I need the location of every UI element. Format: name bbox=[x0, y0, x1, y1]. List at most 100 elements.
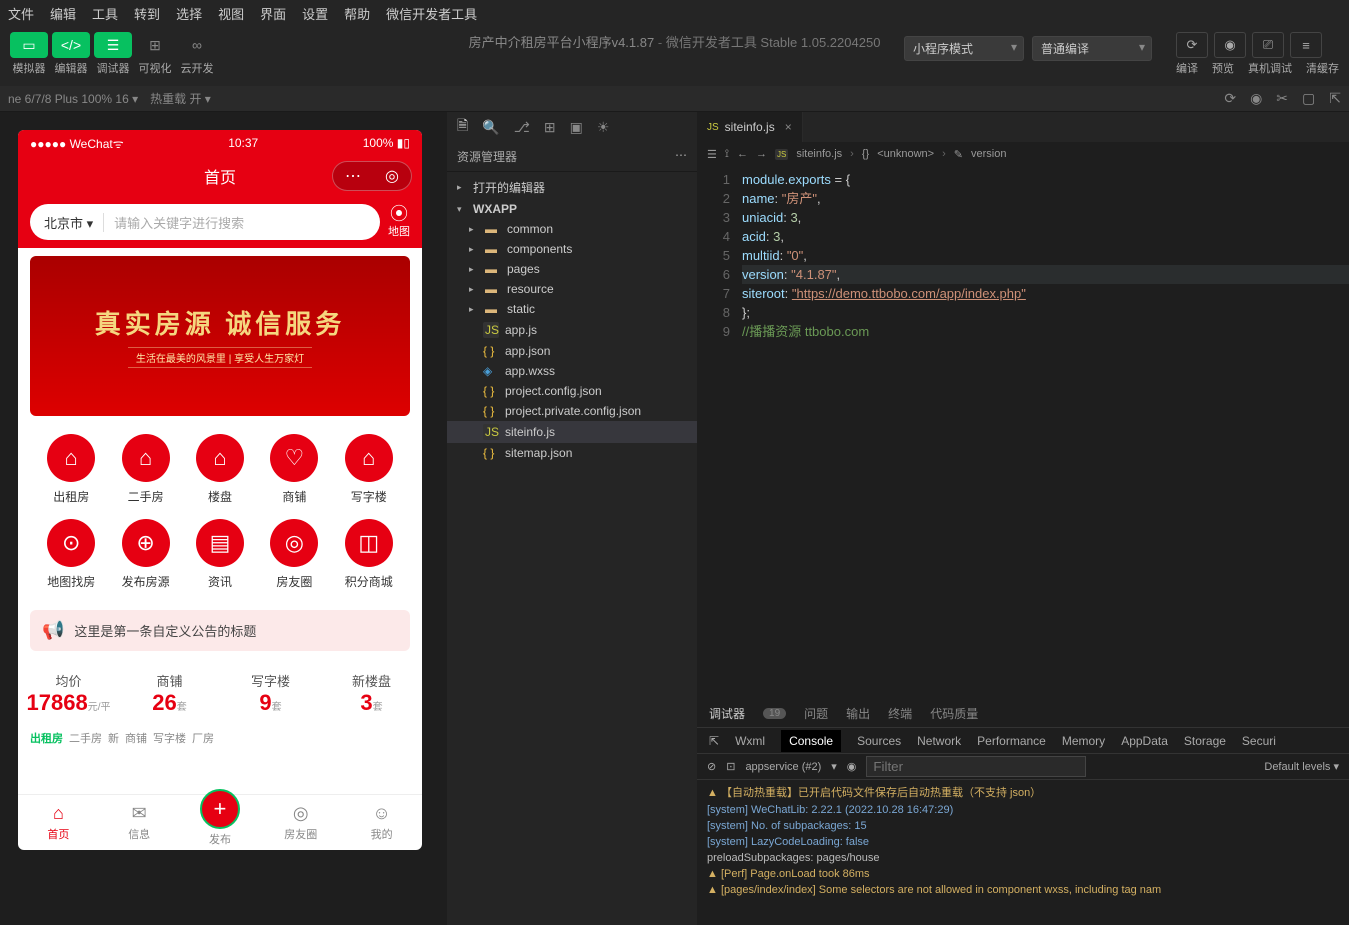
editor-breadcrumb[interactable]: ☰ ⟟ ← → JS siteinfo.js› {}<unknown>› ✎ve… bbox=[697, 142, 1349, 166]
tab-output[interactable]: 输出 bbox=[846, 705, 870, 722]
menu-select[interactable]: 选择 bbox=[176, 4, 202, 23]
editor-tab[interactable]: JS siteinfo.js × bbox=[697, 112, 803, 142]
tab-publish[interactable]: +发布 bbox=[180, 795, 261, 850]
api-icon[interactable]: ▣ bbox=[570, 119, 583, 136]
inspect-icon[interactable]: ⇱ bbox=[709, 734, 719, 748]
bug-icon[interactable]: ☀ bbox=[597, 119, 610, 136]
ext-icon[interactable]: ⊞ bbox=[544, 119, 556, 136]
compile-button[interactable]: ⟳ bbox=[1176, 32, 1208, 58]
grid-item[interactable]: ⌂写字楼 bbox=[332, 434, 406, 505]
tree-section-root[interactable]: ▾WXAPP bbox=[447, 199, 697, 219]
refresh-icon[interactable]: ⟳ bbox=[1224, 90, 1236, 107]
bookmark-icon[interactable]: ⟟ bbox=[725, 148, 729, 161]
clear-icon[interactable]: ⊘ bbox=[707, 760, 716, 773]
tree-folder[interactable]: ▸▬components bbox=[447, 239, 697, 259]
compile-dropdown[interactable]: 普通编译 bbox=[1032, 36, 1152, 61]
tree-file[interactable]: { }sitemap.json bbox=[447, 443, 697, 463]
menu-help[interactable]: 帮助 bbox=[344, 4, 370, 23]
cat-tab[interactable]: 新 bbox=[108, 730, 119, 746]
tree-folder[interactable]: ▸▬common bbox=[447, 219, 697, 239]
tab-mine[interactable]: ☺我的 bbox=[341, 795, 422, 850]
toggle-simulator[interactable]: ▭模拟器 bbox=[10, 32, 48, 76]
tree-file[interactable]: ◈app.wxss bbox=[447, 361, 697, 381]
cat-tab[interactable]: 写字楼 bbox=[153, 730, 186, 746]
grid-item[interactable]: ⊕发布房源 bbox=[108, 519, 182, 590]
top-icon[interactable]: ⊡ bbox=[726, 760, 735, 773]
grid-item[interactable]: ⌂出租房 bbox=[34, 434, 108, 505]
menu-file[interactable]: 文件 bbox=[8, 4, 34, 23]
grid-item[interactable]: ◫积分商城 bbox=[332, 519, 406, 590]
banner[interactable]: 真实房源 诚信服务 生活在最美的风景里 | 享受人生万家灯 bbox=[30, 256, 410, 416]
grid-item[interactable]: ▤资讯 bbox=[183, 519, 257, 590]
eye-icon[interactable]: ◉ bbox=[847, 760, 857, 773]
files-icon[interactable]: 🗎 bbox=[457, 115, 468, 139]
tree-file-active[interactable]: JSsiteinfo.js bbox=[447, 421, 697, 443]
preview-button[interactable]: ◉ bbox=[1214, 32, 1246, 58]
close-icon[interactable]: × bbox=[785, 120, 792, 134]
console-filter[interactable] bbox=[866, 756, 1086, 777]
tree-file[interactable]: { }app.json bbox=[447, 341, 697, 361]
stat-item[interactable]: 商铺26套 bbox=[119, 671, 220, 716]
record-icon[interactable]: ◉ bbox=[1250, 90, 1262, 107]
toggle-debugger[interactable]: ☰调试器 bbox=[94, 32, 132, 76]
tab-message[interactable]: ✉信息 bbox=[99, 795, 180, 850]
grid-item[interactable]: ⊙地图找房 bbox=[34, 519, 108, 590]
popout-icon[interactable]: ⇱ bbox=[1329, 90, 1341, 107]
tree-file[interactable]: { }project.config.json bbox=[447, 381, 697, 401]
hot-reload-toggle[interactable]: 热重载 开 ▾ bbox=[150, 90, 211, 107]
cat-tab[interactable]: 商铺 bbox=[125, 730, 147, 746]
tree-folder[interactable]: ▸▬resource bbox=[447, 279, 697, 299]
levels-dropdown[interactable]: Default levels ▾ bbox=[1264, 760, 1339, 773]
toggle-cloud[interactable]: ∞云开发 bbox=[178, 32, 216, 76]
devtab-wxml[interactable]: Wxml bbox=[735, 734, 765, 748]
devtab-memory[interactable]: Memory bbox=[1062, 734, 1105, 748]
mode-dropdown[interactable]: 小程序模式 bbox=[904, 36, 1024, 61]
console-output[interactable]: 【自动热重载】已开启代码文件保存后自动热重载（不支持 json） [system… bbox=[697, 780, 1349, 925]
clear-cache-button[interactable]: ≡ bbox=[1290, 32, 1322, 58]
menu-goto[interactable]: 转到 bbox=[134, 4, 160, 23]
search-icon[interactable]: 🔍 bbox=[482, 119, 499, 136]
map-button[interactable]: ⦿ 地图 bbox=[388, 205, 410, 239]
toggle-editor[interactable]: </>编辑器 bbox=[52, 32, 90, 76]
tab-circle[interactable]: ◎房友圈 bbox=[260, 795, 341, 850]
devtab-network[interactable]: Network bbox=[917, 734, 961, 748]
tab-problems[interactable]: 问题 bbox=[804, 705, 828, 722]
cat-tab[interactable]: 二手房 bbox=[69, 730, 102, 746]
tab-debugger[interactable]: 调试器 bbox=[709, 705, 745, 722]
stat-item[interactable]: 均价17868元/平 bbox=[18, 671, 119, 716]
tree-folder[interactable]: ▸▬pages bbox=[447, 259, 697, 279]
devtab-storage[interactable]: Storage bbox=[1184, 734, 1226, 748]
tree-file[interactable]: { }project.private.config.json bbox=[447, 401, 697, 421]
city-selector[interactable]: 北京市 ▾ bbox=[44, 213, 104, 232]
devtab-sources[interactable]: Sources bbox=[857, 734, 901, 748]
tab-quality[interactable]: 代码质量 bbox=[930, 705, 978, 722]
menu-view[interactable]: 视图 bbox=[218, 4, 244, 23]
grid-item[interactable]: ◎房友圈 bbox=[257, 519, 331, 590]
screenshot-icon[interactable]: ▢ bbox=[1302, 90, 1315, 107]
stat-item[interactable]: 写字楼9套 bbox=[220, 671, 321, 716]
cat-tab[interactable]: 厂房 bbox=[192, 730, 214, 746]
toggle-visual[interactable]: ⊞可视化 bbox=[136, 32, 174, 76]
devtab-security[interactable]: Securi bbox=[1242, 734, 1276, 748]
tab-terminal[interactable]: 终端 bbox=[888, 705, 912, 722]
grid-item[interactable]: ⌂楼盘 bbox=[183, 434, 257, 505]
context-selector[interactable]: appservice (#2) bbox=[745, 761, 821, 773]
search-pill[interactable]: 北京市 ▾ 请输入关键字进行搜索 bbox=[30, 204, 380, 240]
grid-item[interactable]: ♡商铺 bbox=[257, 434, 331, 505]
search-input[interactable]: 请输入关键字进行搜索 bbox=[114, 213, 244, 232]
notice-bar[interactable]: 📢 这里是第一条自定义公告的标题 bbox=[30, 610, 410, 651]
stat-item[interactable]: 新楼盘3套 bbox=[321, 671, 422, 716]
menu-settings[interactable]: 设置 bbox=[302, 4, 328, 23]
remote-debug-button[interactable]: ⎚ bbox=[1252, 32, 1284, 58]
device-selector[interactable]: ne 6/7/8 Plus 100% 16 ▾ bbox=[8, 92, 138, 106]
cut-icon[interactable]: ✂ bbox=[1276, 90, 1288, 107]
menu-tools[interactable]: 工具 bbox=[92, 4, 118, 23]
back-icon[interactable]: ← bbox=[737, 148, 748, 160]
list-icon[interactable]: ☰ bbox=[707, 148, 717, 161]
menu-wechat-devtools[interactable]: 微信开发者工具 bbox=[386, 4, 477, 23]
cat-tab[interactable]: 出租房 bbox=[30, 730, 63, 746]
tab-home[interactable]: ⌂首页 bbox=[18, 795, 99, 850]
grid-item[interactable]: ⌂二手房 bbox=[108, 434, 182, 505]
tree-file[interactable]: JSapp.js bbox=[447, 319, 697, 341]
tree-section-opened[interactable]: ▸打开的编辑器 bbox=[447, 176, 697, 199]
